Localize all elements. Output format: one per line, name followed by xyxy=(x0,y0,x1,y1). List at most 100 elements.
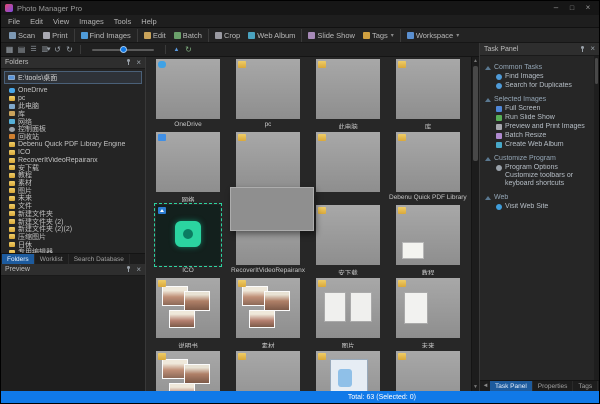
task-panel-row[interactable]: Run Slide Show xyxy=(482,113,592,122)
menu-item[interactable]: View xyxy=(48,17,74,26)
tabs-scroll-left-icon[interactable] xyxy=(481,381,490,391)
thumbnail-item[interactable] xyxy=(310,351,386,391)
task-panel-row[interactable]: Selected Images xyxy=(482,95,592,104)
vertical-scrollbar[interactable] xyxy=(471,57,479,391)
scroll-up-icon[interactable] xyxy=(472,57,479,65)
task-row-label: Search for Duplicates xyxy=(505,82,572,89)
toolbar-button-icon xyxy=(43,32,50,39)
task-row-label: Batch Resize xyxy=(505,132,546,139)
menu-item[interactable]: Edit xyxy=(25,17,48,26)
task-panel-row[interactable]: Full Screen xyxy=(482,104,592,113)
close-panel-icon[interactable] xyxy=(136,59,141,67)
thumbnail-item[interactable]: 库 xyxy=(390,59,466,132)
view-toolbar-icon[interactable] xyxy=(16,44,27,55)
toolbar-button[interactable]: Web Album xyxy=(244,29,299,42)
thumbnail-image xyxy=(316,351,380,391)
task-panel-row[interactable]: Common Tasks xyxy=(482,63,592,72)
task-row-label: Program Options xyxy=(505,164,558,171)
task-panel-row[interactable]: Visit Web Site xyxy=(482,202,592,211)
thumbnail-item[interactable] xyxy=(390,351,466,391)
folder-icon xyxy=(9,242,15,247)
close-panel-icon[interactable] xyxy=(590,45,595,53)
thumbnail-item[interactable]: 说明书 xyxy=(150,278,226,351)
thumbnail-item[interactable] xyxy=(310,132,386,205)
toolbar-button[interactable]: Slide Show xyxy=(301,29,359,42)
toolbar-button[interactable]: Batch xyxy=(170,29,206,42)
thumbnail-item[interactable]: OneDrive xyxy=(150,59,226,132)
close-icon[interactable] xyxy=(581,3,595,14)
folder-tree-item[interactable]: 此电脑 xyxy=(9,102,145,110)
toolbar-button[interactable]: Workspace xyxy=(400,29,463,42)
folder-tree-item[interactable]: 回收站 xyxy=(9,133,145,141)
view-toolbar-icon[interactable] xyxy=(40,44,51,55)
maximize-icon[interactable] xyxy=(565,3,579,14)
thumbnail-item[interactable]: 此电脑 xyxy=(310,59,386,132)
panel-tab[interactable]: Worklist xyxy=(35,254,69,264)
task-panel-row[interactable]: Customize toolbars or keyboard shortcuts xyxy=(482,172,592,188)
thumbnail-item[interactable]: 安下载 xyxy=(310,205,386,278)
panel-tab[interactable]: Tags xyxy=(573,381,598,391)
view-toolbar-icon[interactable] xyxy=(64,44,75,55)
thumbnail-content xyxy=(396,205,460,265)
current-folder-row[interactable]: E:\tools\桌面 xyxy=(4,71,142,84)
task-panel-row[interactable]: Customize Program xyxy=(482,154,592,163)
pin-icon[interactable] xyxy=(126,59,131,66)
toolbar-button[interactable]: Edit xyxy=(137,29,170,42)
scrollbar-thumb[interactable] xyxy=(473,66,478,161)
status-total: Total: 63 (Selected: 0) xyxy=(348,391,416,403)
scrollbar-thumb[interactable] xyxy=(595,58,598,84)
view-toolbar-icon[interactable] xyxy=(52,44,63,55)
thumbnail-item[interactable]: ICO xyxy=(150,205,226,278)
toolbar-button[interactable]: Scan xyxy=(5,29,39,42)
thumbnail-image xyxy=(396,351,460,391)
task-panel-row[interactable]: Create Web Album xyxy=(482,140,592,149)
toolbar-button-icon xyxy=(363,32,370,39)
panel-tab[interactable]: Task Panel xyxy=(490,381,533,391)
zoom-slider[interactable] xyxy=(92,44,154,55)
task-panel-row[interactable]: Find Images xyxy=(482,72,592,81)
thumbnail-item[interactable]: 未来 xyxy=(390,278,466,351)
thumbnail-item[interactable]: 网络 xyxy=(150,132,226,205)
scroll-down-icon[interactable] xyxy=(472,383,479,391)
menu-item[interactable]: File xyxy=(3,17,25,26)
menu-item[interactable]: Help xyxy=(136,17,161,26)
task-panel-row[interactable]: Web xyxy=(482,193,592,202)
menu-item[interactable]: Tools xyxy=(109,17,137,26)
folder-tree-item[interactable]: ICO xyxy=(9,149,145,157)
task-panel-row[interactable]: Search for Duplicates xyxy=(482,81,592,90)
thumbnail-item[interactable]: Debenu Quick PDF Library ... xyxy=(390,132,466,205)
thumbnail-item[interactable]: 素材 xyxy=(230,278,306,351)
toolbar-button[interactable]: Find Images xyxy=(74,29,135,42)
menu-item[interactable]: Images xyxy=(74,17,109,26)
toolbar-button-icon xyxy=(248,32,255,39)
view-toolbar-icon[interactable] xyxy=(171,44,182,55)
panel-tab[interactable]: Properties xyxy=(533,381,574,391)
folder-tree-item[interactable]: OneDrive xyxy=(9,87,145,95)
toolbar-button[interactable]: Tags xyxy=(359,29,398,42)
task-panel-row[interactable]: Preview and Print Images xyxy=(482,122,592,131)
task-panel-row[interactable]: Batch Resize xyxy=(482,131,592,140)
pin-icon[interactable] xyxy=(580,46,585,53)
panel-tab[interactable]: Search Database xyxy=(69,254,130,264)
thumbnail-item[interactable]: pc xyxy=(230,59,306,132)
folder-tree-item[interactable]: Debenu Quick PDF Library Engine xyxy=(9,141,145,149)
task-row-icon xyxy=(485,98,491,102)
zoom-slider-thumb[interactable] xyxy=(120,46,127,53)
pin-icon[interactable] xyxy=(126,266,131,273)
view-toolbar-icon[interactable] xyxy=(28,44,39,55)
thumbnail-item[interactable] xyxy=(230,351,306,391)
view-toolbar-icon[interactable] xyxy=(4,44,15,55)
thumbnail-image xyxy=(316,132,380,192)
view-toolbar-icon[interactable] xyxy=(183,44,194,55)
close-panel-icon[interactable] xyxy=(136,266,141,274)
window-title: Photo Manager Pro xyxy=(17,4,549,13)
thumbnail-item[interactable]: 教程 xyxy=(390,205,466,278)
panel-tab[interactable]: Folders xyxy=(2,254,35,264)
thumbnail-item[interactable] xyxy=(150,351,226,391)
task-panel-row[interactable]: Program Options xyxy=(482,163,592,172)
minimize-icon[interactable] xyxy=(549,3,563,14)
toolbar-button[interactable]: Print xyxy=(39,29,71,42)
task-panel-scrollbar[interactable] xyxy=(594,56,599,380)
toolbar-button[interactable]: Crop xyxy=(208,29,244,42)
thumbnail-item[interactable]: 图片 xyxy=(310,278,386,351)
